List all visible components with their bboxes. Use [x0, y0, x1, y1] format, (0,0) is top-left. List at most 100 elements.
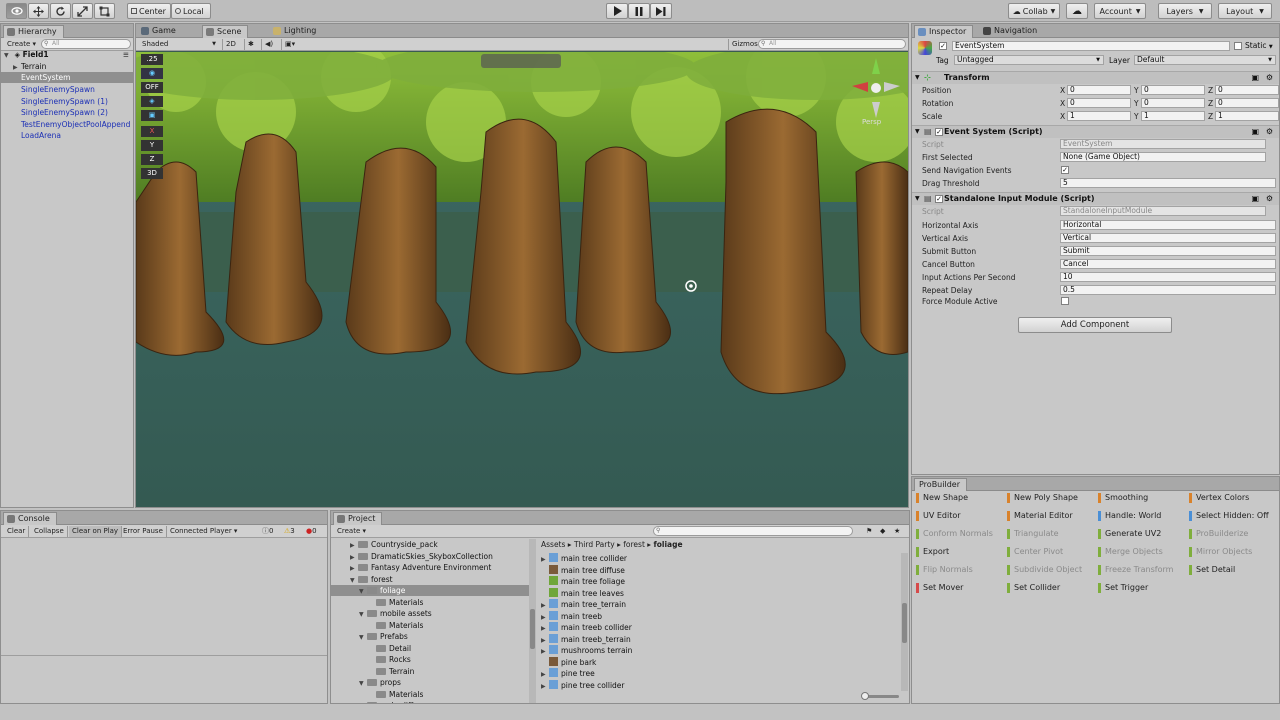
play-button[interactable]	[606, 3, 628, 19]
probuilder-flip-normals-button[interactable]: Flip Normals	[916, 563, 1002, 577]
probuilder-subdivide-object-button[interactable]: Subdivide Object	[1007, 563, 1093, 577]
filter-label-button[interactable]: ◆	[877, 526, 888, 537]
collapse-arrow-icon[interactable]: ▶	[350, 540, 358, 551]
tab-console[interactable]: Console	[3, 512, 57, 525]
console-error-toggle[interactable]: ●0	[303, 526, 320, 537]
expand-arrow-icon[interactable]: ▼	[359, 609, 367, 620]
expand-arrow-icon[interactable]: ▼	[915, 193, 920, 205]
collapse-arrow-icon[interactable]: ▶	[541, 554, 549, 565]
step-button[interactable]	[650, 3, 672, 19]
collapse-arrow-icon[interactable]: ▶	[541, 681, 549, 692]
folder-tree-item[interactable]: Rocks	[331, 654, 529, 665]
pause-button[interactable]	[628, 3, 650, 19]
pivot-toggle-button[interactable]: Center	[127, 3, 171, 19]
probuilder-probuilderize-button[interactable]: ProBuilderize	[1189, 527, 1275, 541]
static-checkbox[interactable]	[1234, 42, 1242, 50]
console-clear-on-play-toggle[interactable]: Clear on Play	[69, 526, 123, 537]
cloud-button[interactable]: ☁	[1066, 3, 1088, 19]
probuilder-handle-world-button[interactable]: Handle: World	[1098, 509, 1184, 523]
folder-tree-item[interactable]: Materials	[331, 597, 529, 608]
files-scrollbar[interactable]	[901, 553, 908, 691]
collapse-arrow-icon[interactable]: ▶	[541, 635, 549, 646]
hand-icon[interactable]	[6, 3, 27, 19]
standalone-input-header[interactable]: ▼ ▤ ✓ Standalone Input Module (Script) ▣…	[912, 192, 1279, 205]
probuilder-generate-uv2-button[interactable]: Generate UV2	[1098, 527, 1184, 541]
rotation-z-field[interactable]: 0	[1215, 98, 1279, 108]
hierarchy-item-singleenemyspawn-1[interactable]: SingleEnemySpawn (1)	[1, 96, 133, 107]
probuilder-triangulate-button[interactable]: Triangulate	[1007, 527, 1093, 541]
folder-tree-item[interactable]: ▼ Prefabs	[331, 631, 529, 642]
tab-inspector[interactable]: Inspector	[914, 25, 974, 38]
persp-label[interactable]: Persp	[862, 118, 881, 126]
z-axis-label[interactable]: Z	[1208, 112, 1213, 121]
probuilder-merge-objects-button[interactable]: Merge Objects	[1098, 545, 1184, 559]
axis-y-toggle[interactable]: Y	[141, 140, 163, 151]
folder-tree-item[interactable]: ▶ DramaticSkies_SkyboxCollection	[331, 551, 529, 562]
folder-tree-item[interactable]: Terrain	[331, 666, 529, 677]
folder-tree-item[interactable]: ▼ foliage	[331, 585, 529, 596]
project-file-item[interactable]: ▶ mushrooms terrain	[539, 645, 899, 656]
collapse-arrow-icon[interactable]: ▶	[541, 646, 549, 657]
layers-dropdown[interactable]: Layers ▼	[1158, 3, 1212, 19]
tab-lighting[interactable]: Lighting	[270, 25, 322, 38]
scale-icon[interactable]	[72, 3, 93, 19]
help-icon[interactable]: ▣	[1251, 126, 1259, 138]
hierarchy-item-singleenemyspawn[interactable]: SingleEnemySpawn	[1, 84, 133, 95]
sim-row-field[interactable]: Horizontal	[1060, 220, 1276, 230]
project-create-button[interactable]: Create ▾	[334, 526, 369, 537]
scene-viewport[interactable]: Persp .25 ◉ OFF ◈ ▣ X Y Z 3D	[136, 52, 908, 507]
tab-game[interactable]: Game	[138, 25, 182, 38]
probuilder-center-pivot-button[interactable]: Center Pivot	[1007, 545, 1093, 559]
y-axis-label[interactable]: Y	[1134, 99, 1139, 108]
scale-z-field[interactable]: 1	[1215, 111, 1279, 121]
axis-z-toggle[interactable]: Z	[141, 154, 163, 165]
scene-search-input[interactable]: ⚲ All	[758, 39, 906, 49]
help-icon[interactable]: ▣	[1251, 72, 1259, 84]
tree-scrollbar[interactable]	[529, 539, 536, 703]
icon-size-slider[interactable]	[861, 692, 899, 700]
send-nav-checkbox[interactable]: ✓	[1061, 166, 1069, 174]
project-file-item[interactable]: ▶ main treeb	[539, 610, 899, 623]
probuilder-vertex-colors-button[interactable]: Vertex Colors	[1189, 491, 1275, 505]
gear-icon[interactable]: ⚙	[1266, 72, 1273, 84]
tab-navigation[interactable]: Navigation	[980, 25, 1043, 38]
folder-tree-item[interactable]: ▼ mobile assets	[331, 608, 529, 619]
visibility-toggle[interactable]: ◉	[141, 68, 163, 79]
project-file-item[interactable]: main tree leaves	[539, 587, 899, 599]
scene-lighting-toggle[interactable]: ✱	[244, 39, 257, 50]
folder-tree-item[interactable]: Materials	[331, 620, 529, 631]
hierarchy-item-singleenemyspawn-2[interactable]: SingleEnemySpawn (2)	[1, 107, 133, 118]
mode-3d-toggle[interactable]: 3D	[141, 168, 163, 179]
probuilder-set-mover-button[interactable]: Set Mover	[916, 581, 1002, 595]
eventsystem-header[interactable]: ▼ ▤ ✓ Event System (Script) ▣ ⚙	[912, 125, 1279, 138]
expand-arrow-icon[interactable]: ▼	[915, 126, 920, 138]
collapse-arrow-icon[interactable]: ▶	[541, 623, 549, 634]
probuilder-smoothing-button[interactable]: Smoothing	[1098, 491, 1184, 505]
position-y-field[interactable]: 0	[1141, 85, 1205, 95]
rotate-icon[interactable]	[50, 3, 71, 19]
project-file-item[interactable]: ▶ pine tree collider	[539, 679, 899, 692]
scene-orientation-gizmo[interactable]	[871, 83, 881, 93]
console-collapse-button[interactable]: Collapse	[31, 526, 68, 537]
sim-row-field[interactable]: Submit	[1060, 246, 1276, 256]
expand-arrow-icon[interactable]: ▼	[359, 678, 367, 689]
shading-mode-dropdown[interactable]: Shaded ▼	[139, 39, 219, 50]
project-search-input[interactable]: ⚲	[653, 526, 853, 536]
collapse-arrow-icon[interactable]: ▶	[541, 612, 549, 623]
collapse-arrow-icon[interactable]: ▶	[350, 552, 358, 563]
tab-hierarchy[interactable]: Hierarchy	[3, 25, 64, 38]
x-axis-label[interactable]: X	[1060, 86, 1065, 95]
z-axis-label[interactable]: Z	[1208, 99, 1213, 108]
scale-y-field[interactable]: 1	[1141, 111, 1205, 121]
folder-tree-item[interactable]: ▼ forest	[331, 574, 529, 585]
collab-dropdown[interactable]: ☁ Collab ▼	[1008, 3, 1060, 19]
position-x-field[interactable]: 0	[1067, 85, 1131, 95]
console-info-toggle[interactable]: ⓘ0	[259, 526, 276, 537]
active-checkbox[interactable]: ✓	[939, 42, 947, 50]
project-file-item[interactable]: ▶ main tree collider	[539, 553, 899, 564]
scene-tool-overlay[interactable]	[481, 54, 561, 68]
layer-dropdown[interactable]: Default ▼	[1134, 55, 1276, 65]
move-icon[interactable]	[28, 3, 49, 19]
probuilder-new-shape-button[interactable]: New Shape	[916, 491, 1002, 505]
project-file-item[interactable]: ▶ main treeb collider	[539, 622, 899, 633]
